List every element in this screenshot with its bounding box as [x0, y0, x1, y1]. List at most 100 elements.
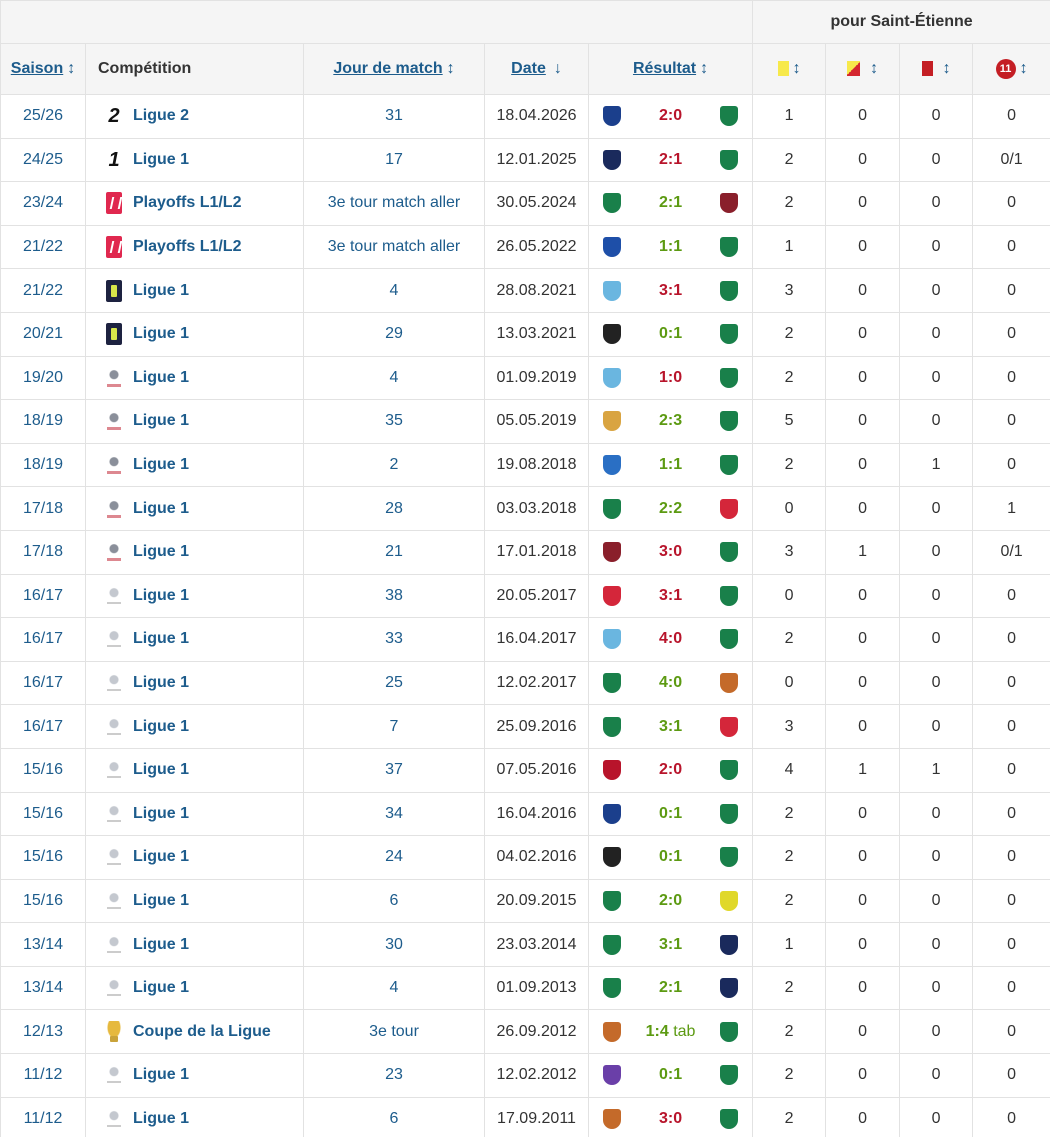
matchday-link[interactable]: 35 [385, 412, 403, 429]
matchday-cell[interactable]: 33 [303, 617, 485, 662]
result-cell[interactable]: 3:0 [587, 529, 754, 575]
away-club-crest-icon[interactable] [720, 716, 739, 737]
away-club-crest-icon[interactable] [720, 193, 739, 214]
matchday-cell[interactable]: 4 [303, 268, 485, 313]
matchday-link[interactable]: 31 [385, 107, 403, 124]
home-club-crest-icon[interactable] [603, 542, 621, 563]
result-cell[interactable]: 1:0 [587, 355, 754, 401]
matchday-cell[interactable]: 21 [303, 529, 485, 575]
home-club-crest-icon[interactable] [603, 324, 621, 345]
season-cell[interactable]: 19/20 [0, 355, 86, 401]
season-cell[interactable]: 13/14 [0, 922, 86, 967]
season-link[interactable]: 15/16 [23, 761, 63, 778]
season-cell[interactable]: 16/17 [0, 573, 86, 619]
matchday-cell[interactable]: 29 [303, 311, 485, 357]
competition-cell[interactable]: Ligue 1 [85, 747, 304, 793]
result-cell[interactable]: 2:2 [587, 486, 754, 531]
away-club-crest-icon[interactable] [720, 149, 739, 170]
home-club-crest-icon[interactable] [603, 498, 621, 519]
competition-link[interactable]: Ligue 1 [133, 805, 189, 822]
matchday-link[interactable]: 34 [385, 805, 403, 822]
competition-cell[interactable]: Ligue 1 [85, 791, 304, 837]
result-cell[interactable]: 2:1 [587, 137, 754, 183]
matchday-cell[interactable]: 25 [303, 660, 485, 706]
jour-header[interactable]: Jour de match [333, 60, 442, 77]
home-club-crest-icon[interactable] [603, 411, 621, 432]
season-cell[interactable]: 12/13 [0, 1009, 86, 1055]
season-cell[interactable]: 16/17 [0, 617, 86, 662]
result-cell[interactable]: 2:1 [587, 181, 754, 226]
matchday-link[interactable]: 6 [390, 1110, 399, 1127]
matchday-link[interactable]: 38 [385, 587, 403, 604]
sort-icon[interactable]: ↕ [943, 60, 951, 77]
season-cell[interactable]: 23/24 [0, 181, 86, 226]
season-cell[interactable]: 21/22 [0, 224, 86, 270]
home-club-crest-icon[interactable] [603, 585, 621, 606]
season-cell[interactable]: 15/16 [0, 835, 86, 880]
competition-cell[interactable]: Ligue 1 [85, 965, 304, 1011]
home-club-crest-icon[interactable] [603, 803, 621, 824]
result-cell[interactable]: 0:1 [587, 791, 754, 837]
home-club-crest-icon[interactable] [603, 193, 621, 214]
result-cell[interactable]: 4:0 [587, 617, 754, 662]
season-link[interactable]: 13/14 [23, 979, 63, 996]
home-club-crest-icon[interactable] [603, 1065, 621, 1086]
matchday-cell[interactable]: 7 [303, 704, 485, 749]
season-link[interactable]: 15/16 [23, 848, 63, 865]
matchday-cell[interactable]: 38 [303, 573, 485, 619]
competition-cell[interactable]: Ligue 1 [85, 442, 304, 488]
home-club-crest-icon[interactable] [603, 1108, 621, 1129]
home-club-crest-icon[interactable] [603, 760, 621, 781]
sort-jour[interactable]: Jour de match ↕ [303, 43, 485, 95]
competition-link[interactable]: Ligue 2 [133, 107, 189, 124]
season-cell[interactable]: 24/25 [0, 137, 86, 183]
sort-icon[interactable]: ↕ [67, 60, 75, 77]
season-link[interactable]: 15/16 [23, 805, 63, 822]
competition-cell[interactable]: Ligue 1 [85, 573, 304, 619]
home-club-crest-icon[interactable] [603, 716, 621, 737]
season-cell[interactable]: 16/17 [0, 704, 86, 749]
competition-cell[interactable]: Ligue 1 [85, 660, 304, 706]
season-cell[interactable]: 21/22 [0, 268, 86, 313]
matchday-link[interactable]: 30 [385, 936, 403, 953]
result-cell[interactable]: 3:1 [587, 704, 754, 749]
sort-saison[interactable]: Saison ↕ [0, 43, 86, 95]
home-club-crest-icon[interactable] [603, 978, 621, 999]
sort-penalty[interactable]: 11 ↕ [972, 43, 1050, 95]
matchday-link[interactable]: 25 [385, 674, 403, 691]
competition-link[interactable]: Ligue 1 [133, 761, 189, 778]
sort-desc-icon[interactable]: ↓ [554, 60, 562, 77]
matchday-link[interactable]: 24 [385, 848, 403, 865]
competition-link[interactable]: Ligue 1 [133, 630, 189, 647]
season-link[interactable]: 17/18 [23, 543, 63, 560]
season-link[interactable]: 20/21 [23, 325, 63, 342]
season-link[interactable]: 16/17 [23, 630, 63, 647]
competition-link[interactable]: Ligue 1 [133, 674, 189, 691]
competition-cell[interactable]: Ligue 1 [85, 399, 304, 444]
competition-link[interactable]: Ligue 1 [133, 587, 189, 604]
season-cell[interactable]: 25/26 [0, 94, 86, 139]
competition-cell[interactable]: Playoffs L1/L2 [85, 181, 304, 226]
away-club-crest-icon[interactable] [720, 280, 739, 301]
away-club-crest-icon[interactable] [720, 1065, 739, 1086]
season-link[interactable]: 16/17 [23, 587, 63, 604]
sort-resultat[interactable]: Résultat ↕ [587, 43, 754, 95]
result-cell[interactable]: 2:1 [587, 965, 754, 1011]
competition-link[interactable]: Ligue 1 [133, 848, 189, 865]
away-club-crest-icon[interactable] [720, 324, 739, 345]
competition-cell[interactable]: Playoffs L1/L2 [85, 224, 304, 270]
season-link[interactable]: 21/22 [23, 282, 63, 299]
result-cell[interactable]: 2:0 [587, 747, 754, 793]
matchday-cell[interactable]: 23 [303, 1053, 485, 1098]
away-club-crest-icon[interactable] [720, 847, 739, 868]
away-club-crest-icon[interactable] [720, 455, 739, 476]
away-club-crest-icon[interactable] [720, 934, 739, 955]
matchday-link[interactable]: 7 [390, 718, 399, 735]
competition-link[interactable]: Coupe de la Ligue [133, 1023, 271, 1040]
result-cell[interactable]: 1:1 [587, 442, 754, 488]
matchday-cell[interactable]: 34 [303, 791, 485, 837]
competition-cell[interactable]: Ligue 1 [85, 355, 304, 401]
matchday-cell[interactable]: 30 [303, 922, 485, 967]
result-cell[interactable]: 0:1 [587, 1053, 754, 1098]
competition-link[interactable]: Ligue 1 [133, 1066, 189, 1083]
